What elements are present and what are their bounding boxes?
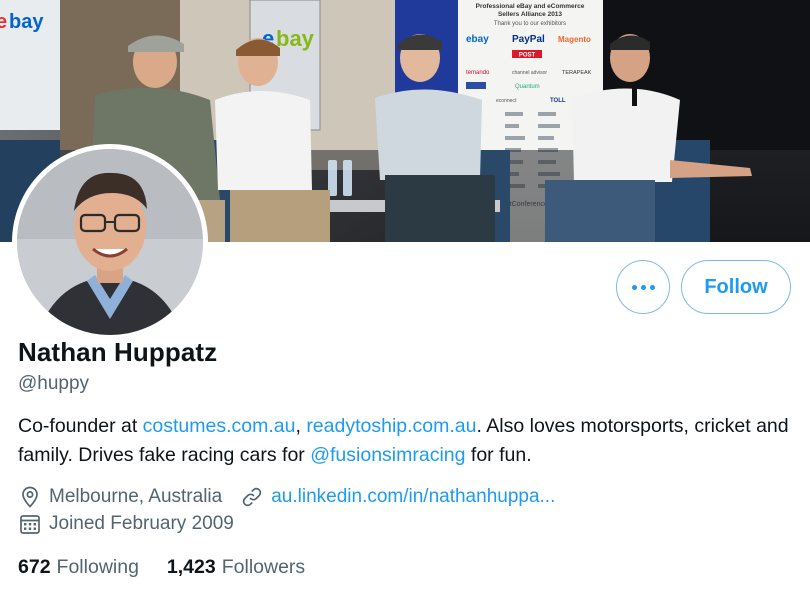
svg-text:bay: bay xyxy=(9,11,44,33)
profile-avatar[interactable] xyxy=(12,144,208,340)
following-link[interactable]: 672 Following xyxy=(18,556,139,579)
profile-handle: @huppy xyxy=(18,373,90,394)
bio-mention-fusionsimracing[interactable]: @fusionsimracing xyxy=(310,444,465,466)
avatar-photo xyxy=(17,149,203,335)
svg-text:TERAPEAK: TERAPEAK xyxy=(562,70,592,76)
profile-stats: 672 Following 1,423 Followers xyxy=(18,556,305,579)
svg-text:POST: POST xyxy=(519,53,536,59)
more-options-button[interactable] xyxy=(616,260,670,314)
profile-bio: Co-founder at costumes.com.au, readytosh… xyxy=(18,412,798,470)
svg-text:ebay: ebay xyxy=(466,34,489,45)
followers-count: 1,423 xyxy=(166,556,216,578)
svg-text:Thank you to our exhibitors: Thank you to our exhibitors xyxy=(494,21,566,27)
calendar-icon xyxy=(18,512,42,536)
follow-button[interactable]: Follow xyxy=(681,260,791,314)
location-pin-icon xyxy=(18,485,42,509)
svg-text:Sellers Alliance 2013: Sellers Alliance 2013 xyxy=(498,11,562,18)
svg-text:PayPal: PayPal xyxy=(512,34,545,45)
profile-name: Nathan Huppatz xyxy=(18,337,218,367)
svg-text:bay: bay xyxy=(276,26,315,51)
svg-text:e: e xyxy=(0,11,7,33)
profile-website-link[interactable]: au.linkedin.com/in/nathanhuppa... xyxy=(271,486,555,508)
profile-meta-row: Melbourne, Australia au.linkedin.com/in/… xyxy=(18,485,555,509)
svg-text:TOLL: TOLL xyxy=(550,98,566,104)
bio-text: Co-founder at xyxy=(18,415,143,437)
bio-text: , xyxy=(295,415,307,437)
svg-text:econnect: econnect xyxy=(496,98,517,104)
following-count: 672 xyxy=(18,556,51,578)
svg-text:Professional eBay and eCommerc: Professional eBay and eCommerce xyxy=(476,3,585,10)
svg-text:temando: temando xyxy=(466,70,490,76)
bio-link-readytoship[interactable]: readytoship.com.au xyxy=(306,415,476,437)
following-label: Following xyxy=(56,556,139,578)
link-icon xyxy=(240,485,264,509)
svg-text:Magento: Magento xyxy=(558,35,591,44)
bio-link-costumes[interactable]: costumes.com.au xyxy=(143,415,296,437)
followers-link[interactable]: 1,423 Followers xyxy=(167,556,305,579)
profile-location: Melbourne, Australia xyxy=(49,486,223,507)
more-dots-icon xyxy=(631,284,655,290)
profile-meta-row: Joined February 2009 xyxy=(18,512,234,536)
svg-text:channel advisor: channel advisor xyxy=(512,70,547,76)
followers-label: Followers xyxy=(221,556,306,578)
bio-text: for fun. xyxy=(465,444,532,466)
svg-text:Quantum: Quantum xyxy=(515,84,540,90)
profile-joined-date: Joined February 2009 xyxy=(49,513,234,534)
